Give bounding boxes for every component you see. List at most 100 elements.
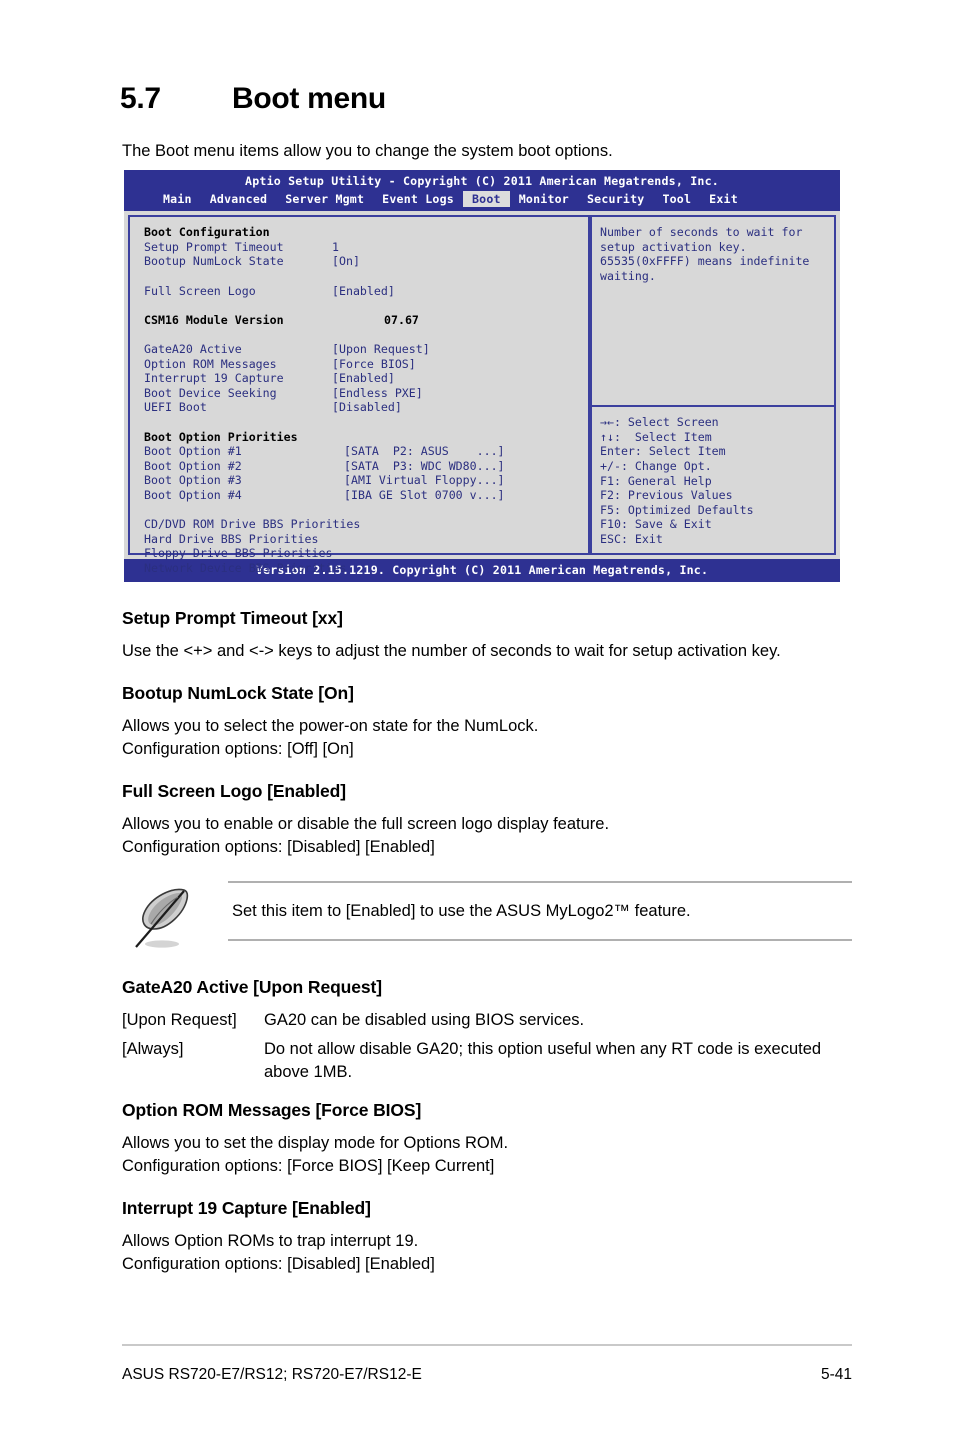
bios-navigation-keys: →←: Select Screen ↑↓: Select Item Enter:… — [592, 407, 834, 553]
bios-group-boot-option-priorities: Boot Option Priorities — [144, 429, 298, 444]
bios-value[interactable]: [AMI Virtual Floppy...] — [344, 473, 505, 488]
bios-row-option-rom-messages[interactable]: Option ROM Messages [Force BIOS] — [144, 357, 590, 372]
text-line: Allows Option ROMs to trap interrupt 19. — [122, 1232, 419, 1250]
bios-value[interactable]: [SATA P2: ASUS ...] — [344, 444, 505, 459]
bios-help-line: setup activation key. — [600, 239, 747, 254]
bios-tab-tool[interactable]: Tool — [653, 191, 700, 208]
note-body: Set this item to [Enabled] to use the AS… — [228, 881, 852, 941]
bios-row-csm16-module-version: CSM16 Module Version 07.67 — [144, 313, 590, 328]
bios-value[interactable]: [On] — [332, 254, 360, 269]
bios-tab-advanced[interactable]: Advanced — [201, 191, 276, 208]
bios-value[interactable]: [Enabled] — [332, 284, 395, 299]
bios-link-cddvd-rom-drive-bbs-priorities[interactable]: CD/DVD ROM Drive BBS Priorities — [144, 517, 590, 532]
nav-key-enter: Enter: Select Item — [600, 444, 726, 459]
bios-value[interactable]: [Force BIOS] — [332, 357, 416, 372]
bios-label: Full Screen Logo — [144, 283, 256, 298]
bios-group-boot-configuration: Boot Configuration — [144, 225, 270, 240]
definition-upon-request: [Upon Request] GA20 can be disabled usin… — [122, 1009, 852, 1032]
nav-key-f2-previous-values: F2: Previous Values — [600, 488, 733, 503]
bios-link-floppy-drive-bbs-priorities[interactable]: Floppy Drive BBS Priorities — [144, 546, 590, 561]
bios-titlebar: Aptio Setup Utility - Copyright (C) 2011… — [124, 170, 840, 190]
definition-term: [Always] — [122, 1040, 184, 1058]
bios-label: Option ROM Messages — [144, 356, 277, 371]
bios-settings-panel: Boot Configuration Setup Prompt Timeout … — [128, 215, 590, 575]
document-page: 5.7 Boot menu The Boot menu items allow … — [0, 0, 954, 1438]
bios-row-uefi-boot[interactable]: UEFI Boot [Disabled] — [144, 400, 590, 415]
text-line: Configuration options: [Disabled] [Enabl… — [122, 838, 435, 856]
definition-description: Do not allow disable GA20; this option u… — [264, 1040, 822, 1081]
bios-label: UEFI Boot — [144, 400, 207, 415]
bios-label: Boot Option #3 — [144, 473, 242, 488]
bios-menu-bar[interactable]: Main Advanced Server Mgmt Event Logs Boo… — [124, 189, 840, 212]
bios-row-gatea20-active[interactable]: GateA20 Active [Upon Request] — [144, 342, 590, 357]
bios-setup-screen: Aptio Setup Utility - Copyright (C) 2011… — [124, 170, 840, 582]
bios-value[interactable]: [Upon Request] — [332, 342, 430, 357]
bios-row-full-screen-logo[interactable]: Full Screen Logo [Enabled] — [144, 284, 590, 299]
bios-row-boot-option-2[interactable]: Boot Option #2 [SATA P3: WDC WD80...] — [144, 459, 590, 474]
heading-full-screen-logo: Full Screen Logo [Enabled] — [122, 781, 346, 801]
text-line: Allows you to set the display mode for O… — [122, 1134, 509, 1152]
bios-row-bootup-numlock-state[interactable]: Bootup NumLock State [On] — [144, 254, 590, 269]
bios-label: GateA20 Active — [144, 341, 242, 356]
text-option-rom: Allows you to set the display mode for O… — [122, 1132, 852, 1178]
definition-description: GA20 can be disabled using BIOS services… — [264, 1011, 585, 1029]
bios-label: Boot Device Seeking — [144, 385, 277, 400]
bios-help-line: Number of seconds to wait for — [600, 225, 803, 240]
footer-divider — [122, 1344, 852, 1346]
bios-value[interactable]: [Disabled] — [332, 400, 402, 415]
section-number: 5.7 — [120, 82, 161, 115]
bios-tab-exit[interactable]: Exit — [700, 191, 747, 208]
bios-row-setup-prompt-timeout[interactable]: Setup Prompt Timeout 1 — [144, 240, 590, 255]
bios-value: 07.67 — [384, 312, 419, 327]
bios-label: Boot Option #1 — [144, 444, 242, 459]
bios-value[interactable]: [IBA GE Slot 0700 v...] — [344, 488, 505, 503]
section-title: Boot menu — [232, 82, 386, 115]
bios-tab-monitor[interactable]: Monitor — [510, 191, 578, 208]
heading-option-rom-messages: Option ROM Messages [Force BIOS] — [122, 1100, 422, 1120]
bios-row-boot-option-3[interactable]: Boot Option #3 [AMI Virtual Floppy...] — [144, 473, 590, 488]
bios-link-hard-drive-bbs-priorities[interactable]: Hard Drive BBS Priorities — [144, 532, 590, 547]
bios-row-interrupt-19-capture[interactable]: Interrupt 19 Capture [Enabled] — [144, 371, 590, 386]
text-bootup-numlock: Allows you to select the power-on state … — [122, 715, 852, 761]
bios-value[interactable]: [Enabled] — [332, 371, 395, 386]
bios-tab-security[interactable]: Security — [578, 191, 653, 208]
bios-value[interactable]: [SATA P3: WDC WD80...] — [344, 459, 505, 474]
bios-label: Setup Prompt Timeout — [144, 239, 284, 254]
footer-page-number: 5-41 — [820, 1366, 852, 1383]
heading-bootup-numlock-state: Bootup NumLock State [On] — [122, 683, 354, 703]
page-title: 5.7 Boot menu — [120, 82, 386, 116]
bios-value[interactable]: [Endless PXE] — [332, 386, 423, 401]
nav-key-select-screen: →←: Select Screen — [600, 415, 719, 430]
bios-row-boot-device-seeking[interactable]: Boot Device Seeking [Endless PXE] — [144, 386, 590, 401]
text-line: Allows you to select the power-on state … — [122, 717, 539, 735]
bios-tab-main[interactable]: Main — [154, 191, 201, 208]
bios-tab-event-logs[interactable]: Event Logs — [373, 191, 463, 208]
bios-label: Interrupt 19 Capture — [144, 371, 284, 386]
text-interrupt19: Allows Option ROMs to trap interrupt 19.… — [122, 1230, 852, 1276]
bios-row-boot-option-1[interactable]: Boot Option #1 [SATA P2: ASUS ...] — [144, 444, 590, 459]
bios-help-line: waiting. — [600, 268, 656, 283]
definition-term: [Upon Request] — [122, 1011, 237, 1029]
bios-row-boot-option-4[interactable]: Boot Option #4 [IBA GE Slot 0700 v...] — [144, 488, 590, 503]
bios-value[interactable]: 1 — [332, 240, 339, 255]
bios-help-panel: Number of seconds to wait for setup acti… — [590, 215, 836, 556]
nav-key-f10-save-exit: F10: Save & Exit — [600, 517, 712, 532]
bios-tab-boot[interactable]: Boot — [462, 190, 510, 208]
text-full-screen-logo: Allows you to enable or disable the full… — [122, 813, 852, 859]
heading-setup-prompt-timeout: Setup Prompt Timeout [xx] — [122, 608, 343, 628]
nav-key-esc-exit: ESC: Exit — [600, 531, 663, 546]
bios-label: CSM16 Module Version — [144, 312, 284, 327]
bios-label: Boot Option #2 — [144, 458, 242, 473]
text-line: Configuration options: [Force BIOS] [Kee… — [122, 1157, 495, 1175]
text-setup-prompt-timeout: Use the <+> and <-> keys to adjust the n… — [122, 642, 781, 660]
note-box: Set this item to [Enabled] to use the AS… — [122, 881, 852, 953]
definition-always: [Always] Do not allow disable GA20; this… — [122, 1038, 852, 1084]
bios-tab-server-mgmt[interactable]: Server Mgmt — [276, 191, 373, 208]
text-line: Configuration options: [Off] [On] — [122, 740, 354, 758]
bios-link-network-device-bbs-priorities[interactable]: Network Device BBS Priorities — [144, 561, 590, 576]
feather-pen-icon — [132, 885, 196, 951]
